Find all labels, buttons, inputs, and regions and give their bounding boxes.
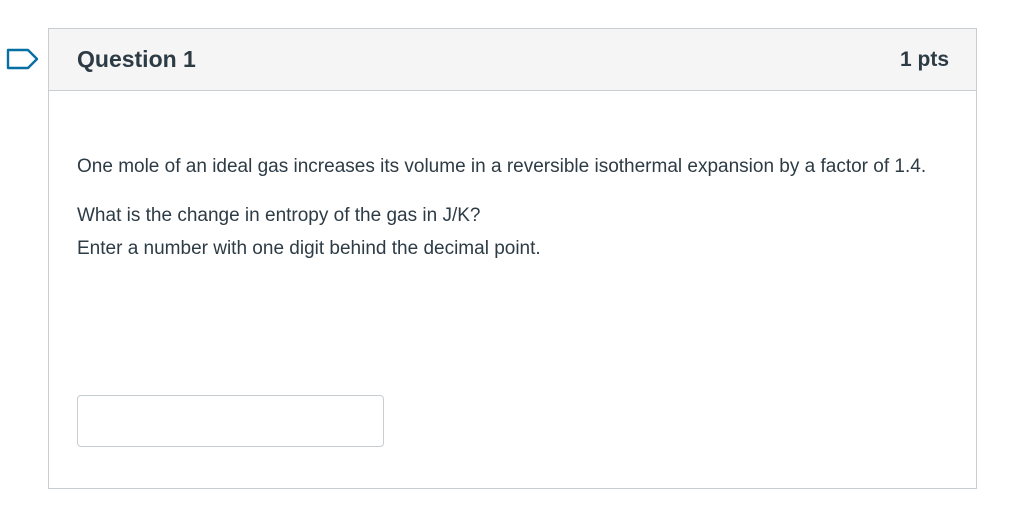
question-card: Question 1 1 pts One mole of an ideal ga… (48, 28, 977, 489)
flag-question-icon[interactable] (6, 48, 40, 70)
question-text-intro: One mole of an ideal gas increases its v… (77, 156, 927, 177)
question-title: Question 1 (77, 46, 196, 72)
question-header: Question 1 1 pts (49, 29, 976, 91)
question-points: 1 pts (899, 47, 949, 71)
answer-input[interactable] (77, 395, 384, 447)
question-text-instruction: Enter a number with one digit behind the… (77, 238, 541, 259)
question-body: One mole of an ideal gas increases its v… (49, 91, 976, 265)
question-text-prompt: What is the change in entropy of the gas… (77, 205, 481, 226)
